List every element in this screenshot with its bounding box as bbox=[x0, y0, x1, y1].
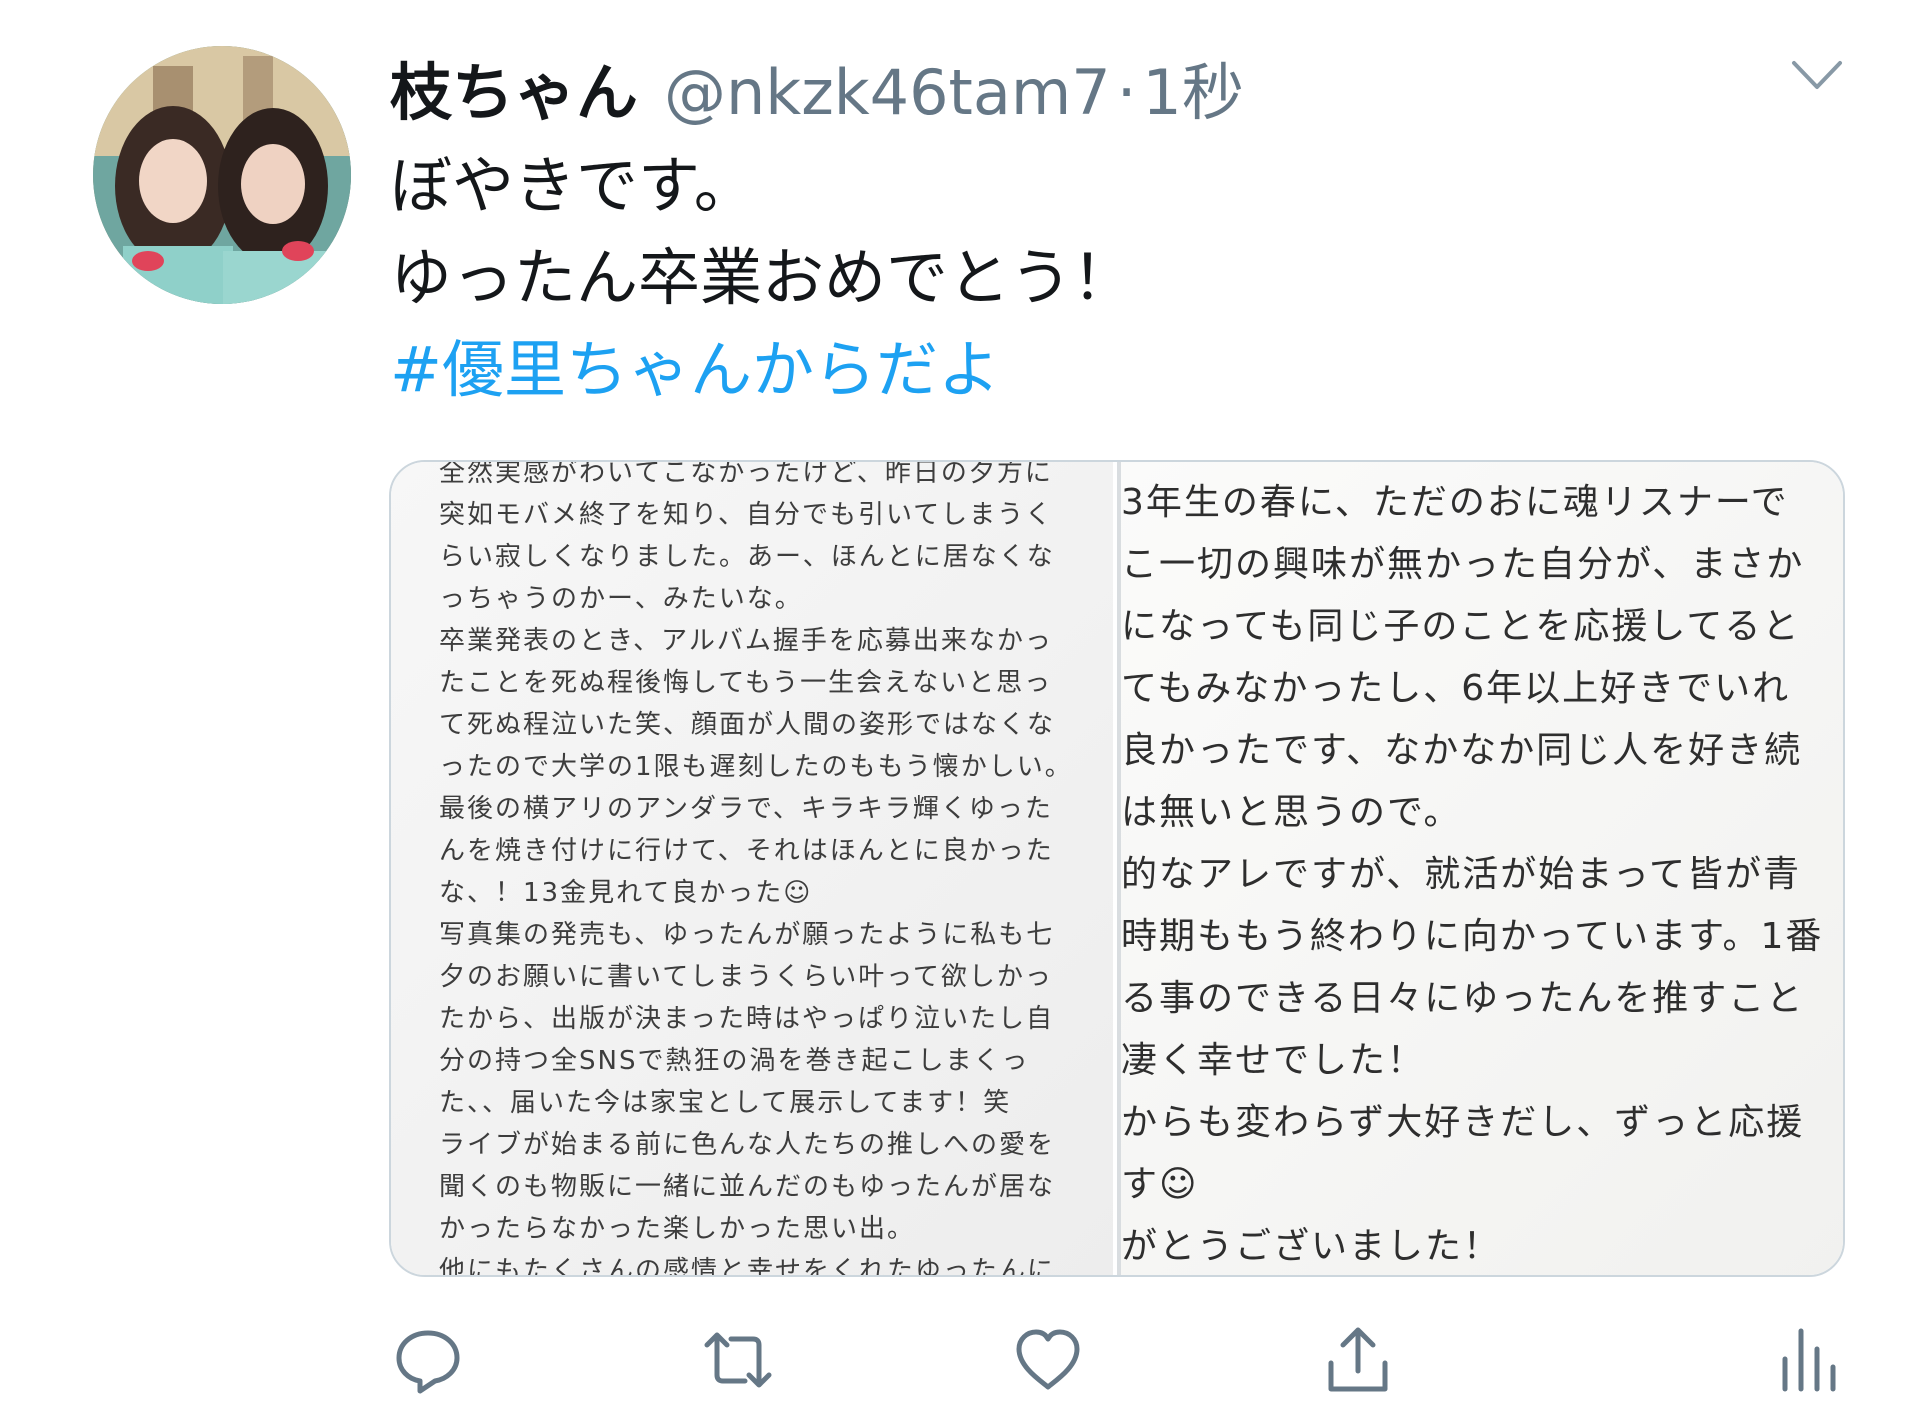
user-handle[interactable]: @nkzk46tam7 bbox=[664, 56, 1111, 129]
media-image-left[interactable]: 全然実感がわいてこなかったけど、昨日の夕方に突如モバメ終了を知り、自分でも引いて… bbox=[391, 462, 1113, 1275]
image-text-line: 写真集の発売も、ゆったんが願ったように私も七 bbox=[439, 920, 1055, 950]
chevron-down-icon bbox=[1792, 61, 1842, 89]
image-text-line: になっても同じ子のことを応援してると bbox=[1121, 606, 1801, 647]
image-text-line: 卒業発表のとき、アルバム握手を応募出来なかっ bbox=[439, 626, 1053, 656]
tweet-actions bbox=[0, 1320, 1920, 1400]
image-text-line: ったので大学の1限も遅刻したのももう懐かしい。 bbox=[439, 752, 1073, 782]
image-text-line: たことを死ぬ程後悔してもう一生会えないと思っ bbox=[439, 668, 1053, 698]
tweet-text-line: ゆったん卒業おめでとう！ bbox=[390, 241, 1135, 314]
avatar-image bbox=[93, 46, 351, 304]
image-text-line: た、、届いた今は家宝として展示してます！笑 bbox=[439, 1088, 1012, 1118]
image-text-line: 全然実感がわいてこなかったけど、昨日の夕方に bbox=[439, 462, 1053, 488]
timestamp[interactable]: 1秒 bbox=[1142, 42, 1243, 132]
image-text-line: んを焼き付けに行けて、それはほんとに良かった bbox=[439, 836, 1054, 866]
right-image-text: 3年生の春に、ただのおに魂リスナーで こ一切の興味が無かった自分が、まさか になって… bbox=[1121, 472, 1843, 1275]
share-button[interactable] bbox=[1318, 1320, 1398, 1400]
image-text-line: がとうございました！ bbox=[1121, 1226, 1502, 1267]
image-text-line: 他にもたくさんの感情と幸せをくれたゆったんに bbox=[439, 1256, 1056, 1275]
retweet-icon bbox=[704, 1332, 772, 1388]
separator-dot: · bbox=[1116, 56, 1137, 129]
media-image-right[interactable]: 3年生の春に、ただのおに魂リスナーで こ一切の興味が無かった自分が、まさか になって… bbox=[1117, 462, 1843, 1275]
image-text-line: て死ぬ程泣いた笑、顔面が人間の姿形ではなくな bbox=[439, 710, 1056, 740]
image-text-line: 突如モバメ終了を知り、自分でも引いてしまうく bbox=[439, 500, 1054, 530]
share-icon bbox=[1328, 1327, 1388, 1392]
more-options-button[interactable] bbox=[1788, 55, 1846, 95]
image-text-line: す☺ bbox=[1121, 1164, 1199, 1205]
image-text-line: 良かったです、なかなか同じ人を好き続 bbox=[1121, 730, 1803, 771]
image-text-line: 的なアレですが、就活が始まって皆が青 bbox=[1121, 854, 1802, 895]
analytics-icon bbox=[1782, 1328, 1836, 1392]
retweet-button[interactable] bbox=[698, 1320, 778, 1400]
image-text-line: 時期ももう終わりに向かっています。1番 bbox=[1121, 916, 1824, 957]
image-text-line: 最後の横アリのアンダラで、キラキラ輝くゆった bbox=[439, 794, 1053, 824]
image-text-line: 聞くのも物販に一緒に並んだのもゆったんが居な bbox=[439, 1172, 1056, 1202]
reply-button[interactable] bbox=[388, 1320, 468, 1400]
image-text-line: たから、出版が決まった時はやっぱり泣いたし自 bbox=[439, 1004, 1054, 1034]
tweet-text: ぼやきです。 ゆったん卒業おめでとう！ #優里ちゃんからだよ bbox=[390, 140, 1134, 416]
left-image-text: 全然実感がわいてこなかったけど、昨日の夕方に突如モバメ終了を知り、自分でも引いて… bbox=[439, 462, 1073, 1275]
like-icon bbox=[1016, 1329, 1080, 1390]
media-attachment[interactable]: 全然実感がわいてこなかったけど、昨日の夕方に突如モバメ終了を知り、自分でも引いて… bbox=[389, 460, 1845, 1277]
image-text-line: からも変わらず大好きだし、ずっと応援 bbox=[1121, 1102, 1805, 1143]
image-text-line: 夕のお願いに書いてしまうくらい叶って欲しかっ bbox=[439, 962, 1053, 992]
image-text-line: っちゃうのかー、みたいな。 bbox=[439, 584, 803, 614]
tweet-header: 枝ちゃん @nkzk46tam7 · 1秒 bbox=[390, 42, 1244, 129]
like-button[interactable] bbox=[1008, 1320, 1088, 1400]
image-text-line: 分の持つ全SNSで熱狂の渦を巻き起こしまくっ bbox=[439, 1046, 1030, 1076]
hashtag-link[interactable]: #優里ちゃんからだよ bbox=[390, 324, 1134, 416]
image-text-line: らい寂しくなりました。あー、ほんとに居なくな bbox=[439, 542, 1055, 572]
tweet-text-line: ぼやきです。 bbox=[390, 149, 756, 222]
image-text-line: る事のできる日々にゆったんを推すこと bbox=[1121, 978, 1805, 1019]
image-text-line: てもみなかったし、6年以上好きでいれ bbox=[1121, 668, 1791, 709]
analytics-button[interactable] bbox=[1768, 1320, 1848, 1400]
image-text-line: 凄く幸せでした！ bbox=[1121, 1040, 1426, 1081]
avatar[interactable] bbox=[93, 46, 351, 304]
image-text-line: は無いと思うので。 bbox=[1121, 792, 1462, 833]
image-text-line: かったらなかった楽しかった思い出。 bbox=[439, 1214, 916, 1244]
reply-icon bbox=[396, 1330, 460, 1394]
image-text-line: こ一切の興味が無かった自分が、まさか bbox=[1121, 544, 1805, 585]
image-text-line: 3年生の春に、ただのおに魂リスナーで bbox=[1121, 482, 1789, 523]
image-text-line: ライブが始まる前に色んな人たちの推しへの愛を bbox=[439, 1130, 1056, 1160]
image-text-line: な、！13金見れて良かった☺ bbox=[439, 878, 813, 908]
display-name[interactable]: 枝ちゃん bbox=[390, 42, 638, 132]
